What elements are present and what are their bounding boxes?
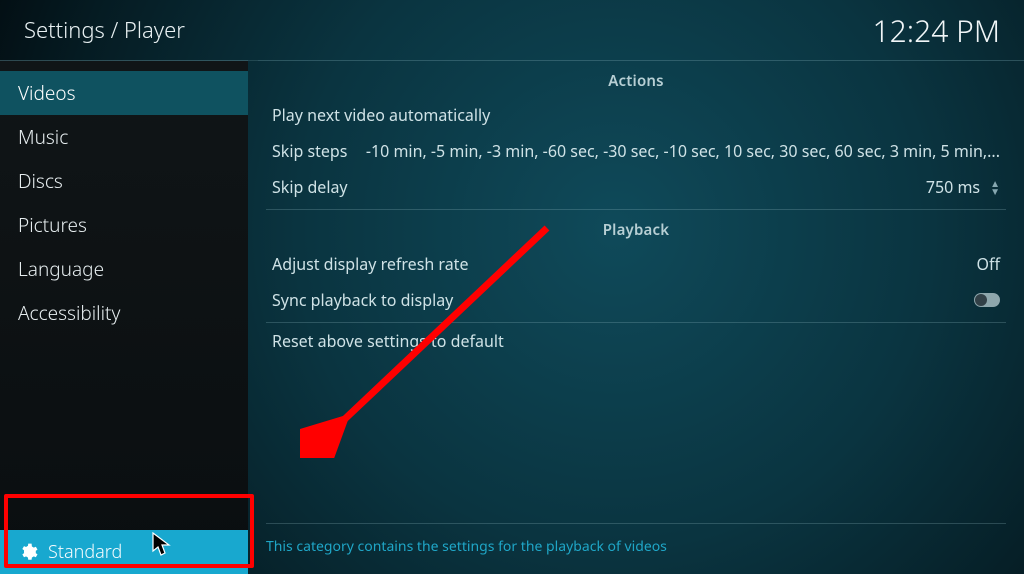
sidebar-item-label: Music: [18, 124, 68, 150]
setting-label: Reset above settings to default: [272, 330, 504, 352]
setting-play-next-video[interactable]: Play next video automatically: [266, 97, 1006, 133]
clock: 12:24 PM: [873, 10, 1000, 51]
toggle-off-icon[interactable]: [974, 293, 1000, 307]
setting-label: Play next video automatically: [272, 104, 490, 126]
section-title-playback: Playback: [266, 210, 1006, 246]
setting-value: -10 min, -5 min, -3 min, -60 sec, -30 se…: [366, 140, 1000, 162]
sidebar-item-language[interactable]: Language: [0, 247, 248, 291]
breadcrumb: Settings / Player: [24, 15, 185, 45]
sidebar-item-discs[interactable]: Discs: [0, 159, 248, 203]
setting-label: Skip steps: [272, 140, 347, 162]
header-bar: Settings / Player 12:24 PM: [0, 0, 1024, 60]
setting-label: Adjust display refresh rate: [272, 253, 468, 275]
category-help-text: This category contains the settings for …: [266, 537, 667, 556]
setting-label: Sync playback to display: [272, 289, 453, 311]
gear-icon: [18, 542, 38, 562]
setting-value: Off: [976, 253, 1000, 275]
sidebar-item-label: Videos: [18, 80, 75, 106]
setting-reset-defaults[interactable]: Reset above settings to default: [266, 323, 1006, 359]
divider: [266, 523, 1006, 524]
sidebar-item-accessibility[interactable]: Accessibility: [0, 291, 248, 335]
sidebar: Videos Music Discs Pictures Language Acc…: [0, 61, 248, 574]
sidebar-item-label: Discs: [18, 168, 63, 194]
spinner-icon[interactable]: ▲▼: [990, 179, 1000, 195]
setting-label: Skip delay: [272, 176, 348, 198]
settings-level-label: Standard: [48, 540, 122, 564]
setting-sync-playback-to-display[interactable]: Sync playback to display: [266, 282, 1006, 318]
sidebar-item-label: Language: [18, 256, 104, 282]
sidebar-item-music[interactable]: Music: [0, 115, 248, 159]
section-title-actions: Actions: [266, 61, 1006, 97]
settings-level-button[interactable]: Standard: [0, 530, 248, 574]
sidebar-item-label: Accessibility: [18, 300, 120, 326]
sidebar-items: Videos Music Discs Pictures Language Acc…: [0, 61, 248, 335]
sidebar-item-pictures[interactable]: Pictures: [0, 203, 248, 247]
setting-skip-delay[interactable]: Skip delay 750 ms ▲▼: [266, 169, 1006, 205]
main-panel: Actions Play next video automatically Sk…: [248, 61, 1024, 574]
setting-value: 750 ms: [926, 176, 980, 198]
setting-adjust-display-refresh-rate[interactable]: Adjust display refresh rate Off: [266, 246, 1006, 282]
sidebar-item-videos[interactable]: Videos: [0, 71, 248, 115]
sidebar-item-label: Pictures: [18, 212, 87, 238]
setting-skip-steps[interactable]: Skip steps -10 min, -5 min, -3 min, -60 …: [266, 133, 1006, 169]
